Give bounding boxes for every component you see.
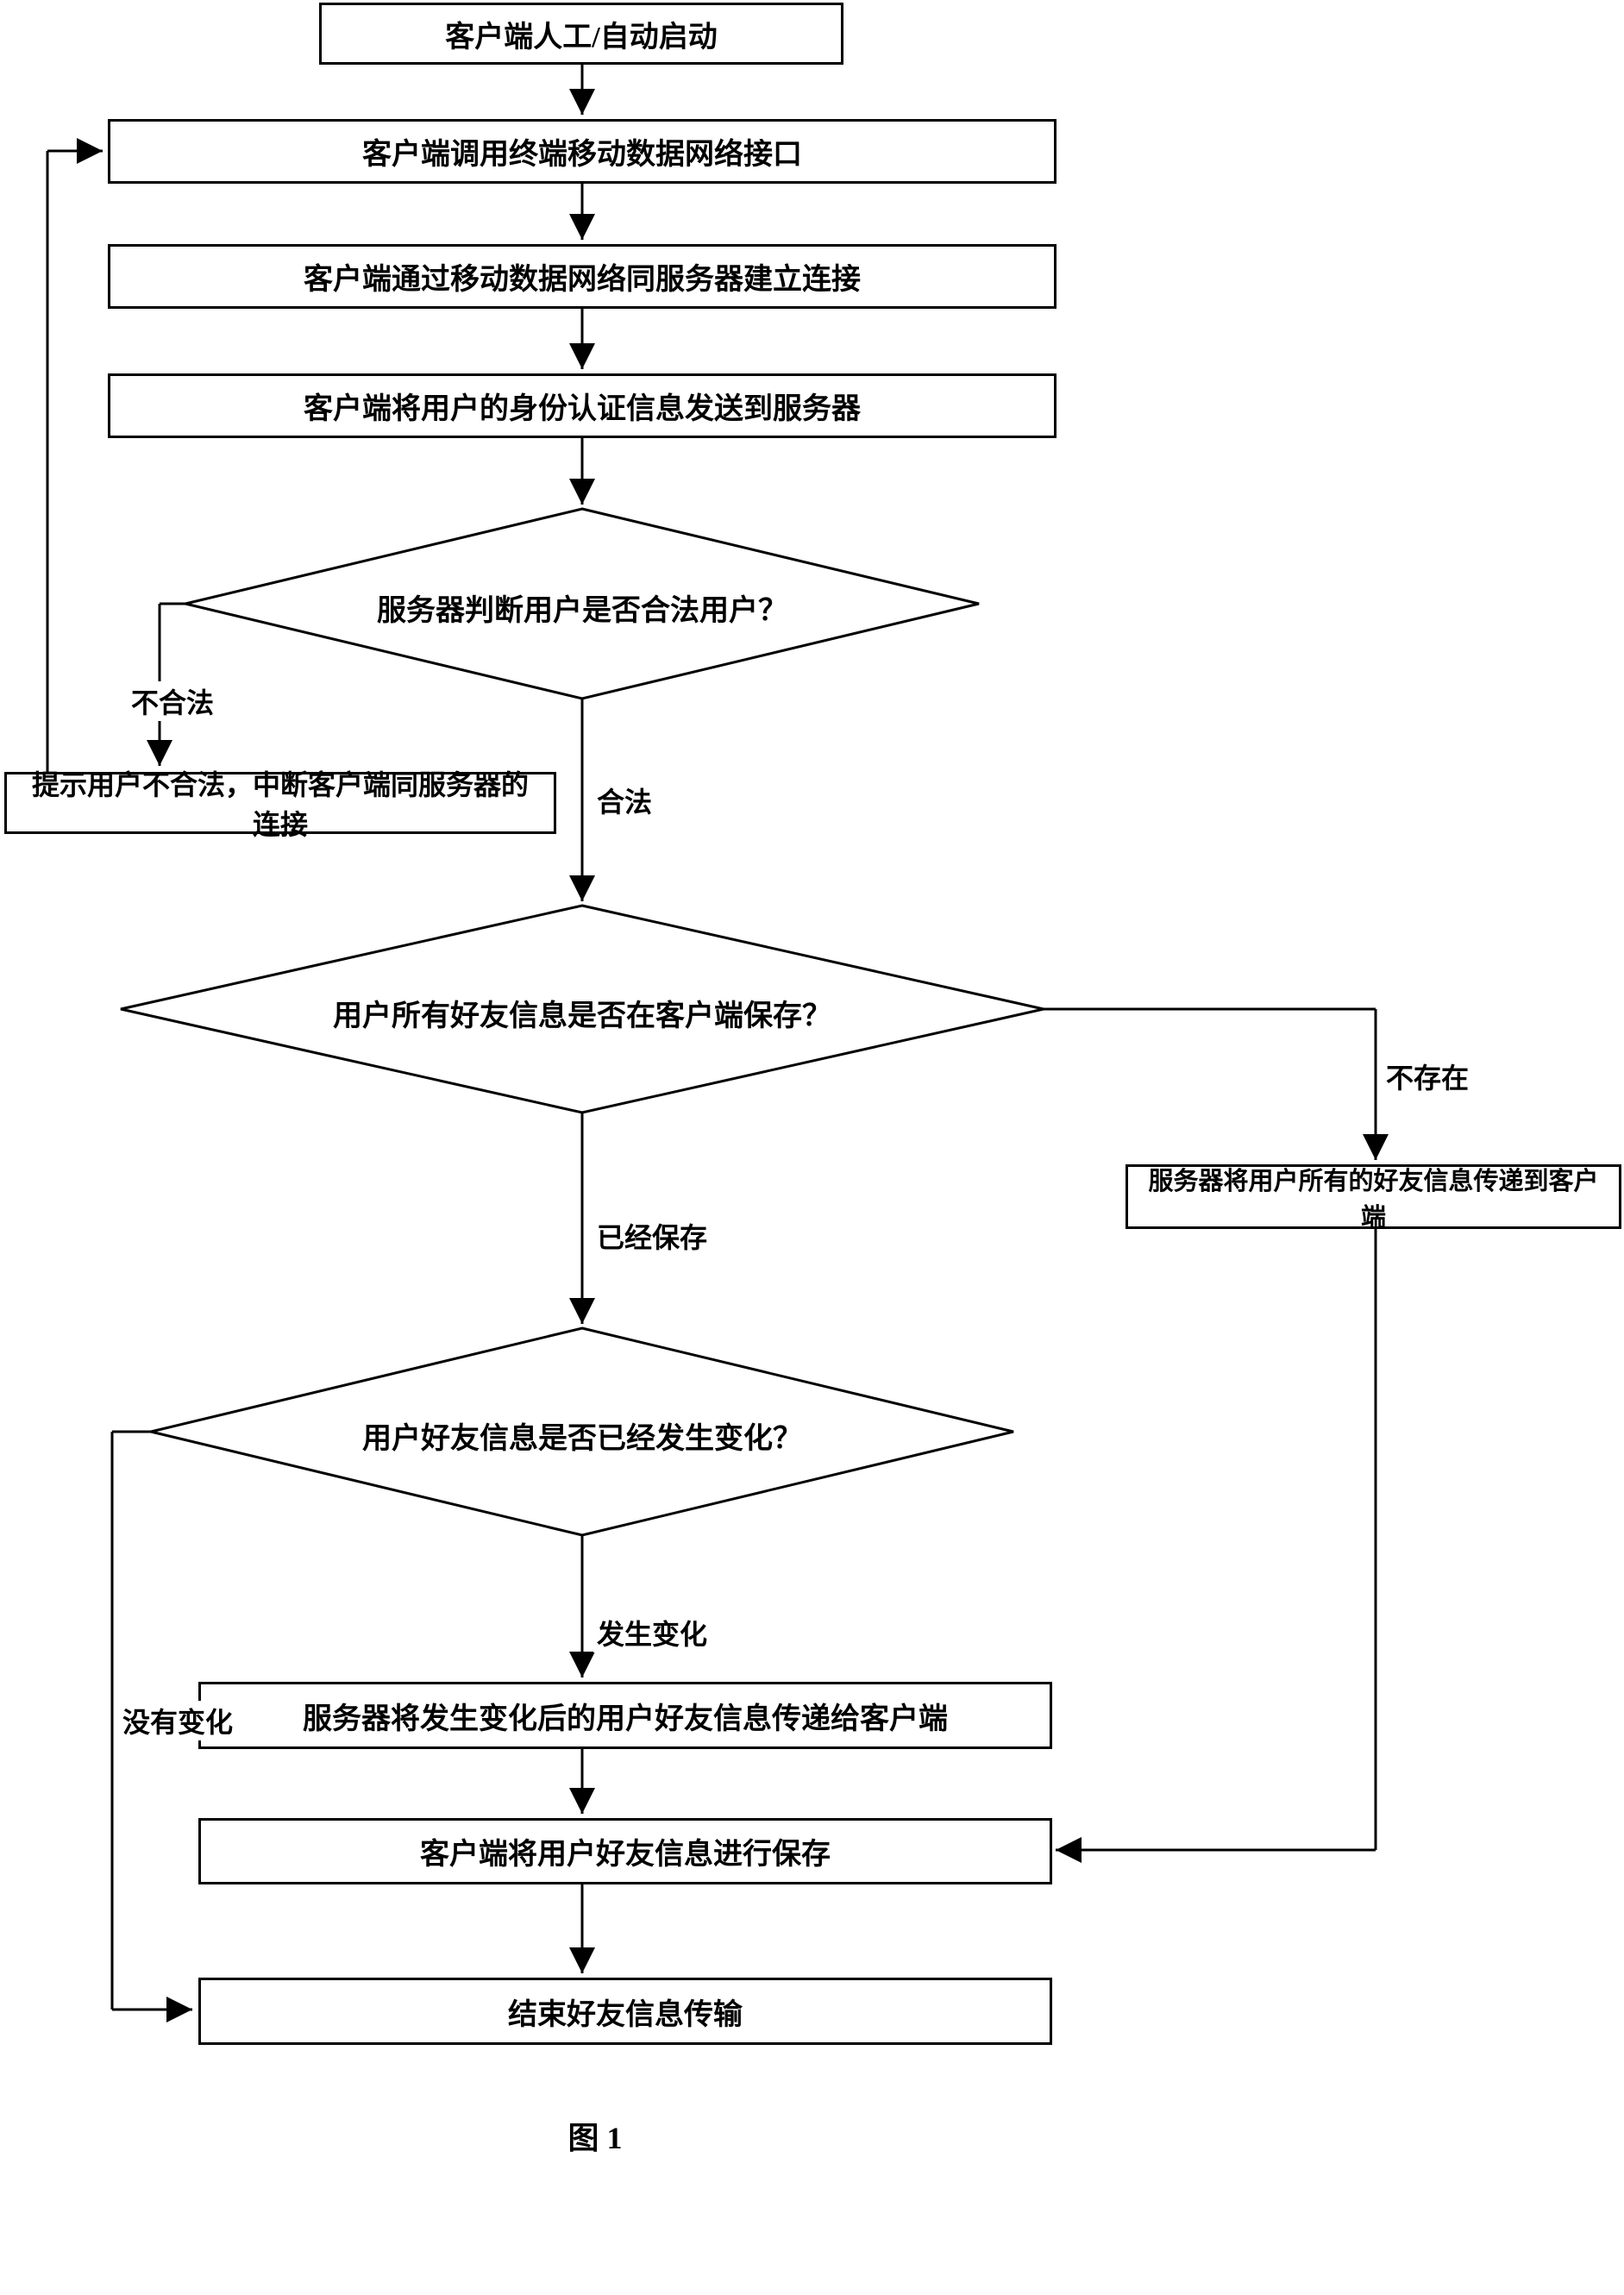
invalid-box: 提示用户不合法，中断客户端同服务器的连接 (4, 772, 556, 834)
step2-label: 客户端通过移动数据网络同服务器建立连接 (304, 255, 861, 298)
decision2-label: 用户所有好友信息是否在客户端保存？ (323, 992, 841, 1034)
invalid-box-label: 提示用户不合法，中断客户端同服务器的连接 (20, 763, 541, 843)
edge-changed: 发生变化 (593, 1613, 711, 1652)
step4-box: 服务器将发生变化后的用户好友信息传递给客户端 (198, 1682, 1052, 1749)
step5-label: 客户端将用户好友信息进行保存 (420, 1830, 831, 1872)
step3-label: 客户端将用户的身份认证信息发送到服务器 (304, 385, 861, 427)
step4-label: 服务器将发生变化后的用户好友信息传递给客户端 (303, 1695, 948, 1737)
edge-saved: 已经保存 (593, 1216, 711, 1256)
start-label: 客户端人工/自动启动 (445, 13, 717, 55)
start-box: 客户端人工/自动启动 (319, 3, 843, 65)
step3-box: 客户端将用户的身份认证信息发送到服务器 (108, 373, 1057, 438)
step5-box: 客户端将用户好友信息进行保存 (198, 1818, 1052, 1884)
decision1-label: 服务器判断用户是否合法用户？ (323, 586, 841, 629)
step1-label: 客户端调用终端移动数据网络接口 (362, 130, 802, 172)
end-label: 结束好友信息传输 (508, 1991, 743, 2033)
step2-box: 客户端通过移动数据网络同服务器建立连接 (108, 244, 1057, 309)
not-exist-box-label: 服务器将用户所有的好友信息传递到客户端 (1141, 1161, 1606, 1233)
edge-not-exist: 不存在 (1383, 1057, 1472, 1096)
flowchart-svg (0, 0, 1624, 2295)
step1-box: 客户端调用终端移动数据网络接口 (108, 119, 1057, 184)
figure-label: 图 1 (509, 2113, 681, 2158)
edge-no-change: 没有变化 (119, 1701, 236, 1740)
not-exist-box: 服务器将用户所有的好友信息传递到客户端 (1126, 1164, 1621, 1229)
end-box: 结束好友信息传输 (198, 1978, 1052, 2045)
edge-invalid: 不合法 (128, 681, 217, 721)
edge-valid: 合法 (593, 781, 655, 820)
decision3-label: 用户好友信息是否已经发生变化？ (323, 1414, 841, 1457)
